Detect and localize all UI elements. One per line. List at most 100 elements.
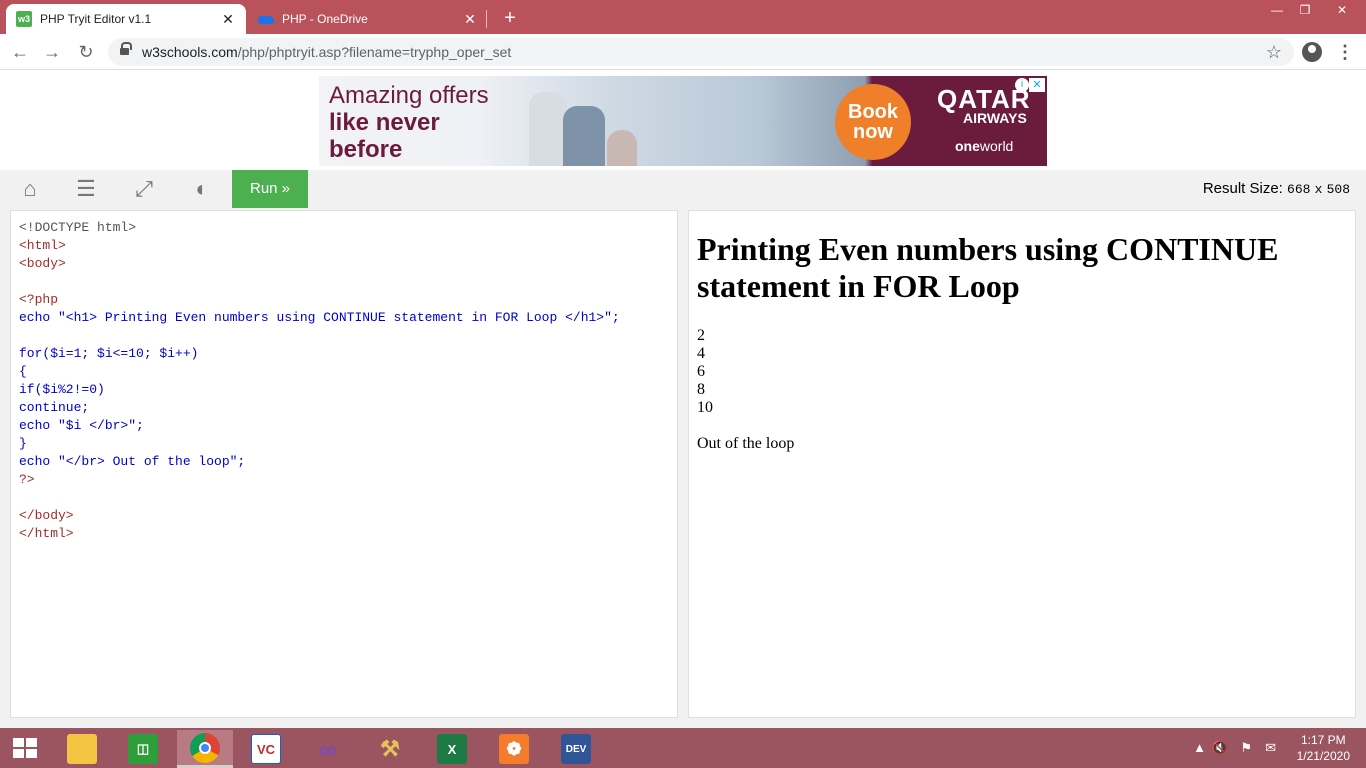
menu-icon[interactable]: ☰ bbox=[58, 170, 114, 208]
code-line: </body> bbox=[19, 508, 74, 523]
microsoft-store-taskbar-icon[interactable]: ◫ bbox=[115, 730, 171, 768]
result-height: 508 bbox=[1326, 182, 1350, 197]
result-size-label: Result Size: bbox=[1202, 180, 1283, 197]
chrome-taskbar-icon[interactable] bbox=[177, 730, 233, 768]
book-now-line-1: Book bbox=[848, 101, 898, 123]
ad-line-1: Amazing offers bbox=[329, 82, 489, 109]
notification-icon[interactable]: ✉ bbox=[1265, 740, 1276, 756]
bookmark-star-icon[interactable]: ☆ bbox=[1266, 42, 1282, 62]
url-text: w3schools.com/php/phptryit.asp?filename=… bbox=[142, 44, 511, 60]
code-line: { bbox=[19, 364, 27, 379]
onedrive-icon bbox=[258, 11, 274, 27]
restore-button[interactable]: ❐ bbox=[1290, 0, 1320, 22]
close-tab-icon[interactable]: ✕ bbox=[220, 11, 236, 27]
ad-close-icon[interactable]: ✕ bbox=[1029, 78, 1045, 92]
visual-studio-icon: ∞ bbox=[318, 733, 338, 764]
oneworld-bold: one bbox=[955, 138, 980, 154]
editor-panes: <!DOCTYPE html> <html> <body> <?php echo… bbox=[0, 208, 1366, 728]
run-button[interactable]: Run » bbox=[232, 170, 308, 208]
result-heading: Printing Even numbers using CONTINUE sta… bbox=[697, 231, 1279, 304]
home-icon[interactable]: ⌂ bbox=[2, 170, 58, 208]
start-button[interactable] bbox=[0, 728, 50, 768]
code-line: echo "<h1> Printing Even numbers using C… bbox=[19, 310, 620, 325]
close-window-button[interactable]: ✕ bbox=[1322, 0, 1362, 22]
tab-title: PHP - OneDrive bbox=[282, 12, 368, 26]
code-text[interactable]: <!DOCTYPE html> <html> <body> <?php echo… bbox=[19, 219, 669, 543]
network-icon[interactable]: ⚑ bbox=[1240, 740, 1252, 756]
url-host: w3schools.com bbox=[142, 44, 238, 60]
lock-icon bbox=[120, 42, 132, 57]
excel-taskbar-icon[interactable]: X bbox=[424, 730, 480, 768]
tab-php-tryit-editor[interactable]: w3 PHP Tryit Editor v1.1 ✕ bbox=[6, 4, 246, 34]
code-line: for($i=1; $i<=10; $i++) bbox=[19, 346, 199, 361]
back-arrow-icon[interactable]: ← bbox=[8, 40, 32, 64]
theme-contrast-icon[interactable]: ◐ bbox=[174, 170, 230, 208]
rotate-layout-icon[interactable]: ⤢ bbox=[116, 170, 172, 208]
windows-logo-icon bbox=[13, 738, 37, 758]
result-number: 2 bbox=[697, 327, 705, 344]
result-size-indicator: Result Size: 668 x 508 bbox=[1203, 180, 1350, 197]
dev-cpp-taskbar-icon[interactable]: DEV bbox=[548, 730, 604, 768]
code-line: </html> bbox=[19, 526, 74, 541]
forward-arrow-icon[interactable]: → bbox=[40, 40, 64, 64]
visual-studio-taskbar-icon[interactable]: ∞ bbox=[300, 730, 356, 768]
result-width: 668 bbox=[1287, 182, 1311, 197]
oneworld-logo: oneworld bbox=[955, 138, 1013, 154]
qatar-airways-ad[interactable]: Amazing offers like never before Book no… bbox=[319, 76, 1047, 166]
clock-date: 1/21/2020 bbox=[1296, 749, 1350, 763]
xampp-taskbar-icon[interactable]: ❁ bbox=[486, 730, 542, 768]
file-explorer-taskbar-icon[interactable] bbox=[54, 730, 110, 768]
code-line: } bbox=[19, 436, 27, 451]
store-bag-icon: ◫ bbox=[128, 734, 158, 764]
menu-kebab-icon[interactable]: ⋮ bbox=[1336, 40, 1354, 64]
result-size-separator: x bbox=[1314, 182, 1323, 197]
code-line: echo "$i </br>"; bbox=[19, 418, 144, 433]
oneworld-rest: world bbox=[979, 138, 1014, 154]
ad-line-3: before bbox=[329, 136, 403, 163]
reload-icon[interactable]: ↻ bbox=[74, 40, 98, 64]
new-tab-button[interactable]: + bbox=[498, 6, 522, 30]
book-now-button[interactable]: Book now bbox=[835, 84, 911, 160]
windows-taskbar: ◫ VC ∞ ⚒ X ❁ DEV ▲ 🔇 ⚑ ✉ 1:17 PM 1/21/20… bbox=[0, 728, 1366, 768]
result-number: 6 bbox=[697, 363, 705, 380]
code-line: <body> bbox=[19, 256, 66, 271]
code-line: <?php bbox=[19, 292, 59, 307]
close-tab-icon[interactable]: ✕ bbox=[462, 11, 478, 27]
result-number: 4 bbox=[697, 345, 705, 362]
url-path: /php/phptryit.asp?filename=tryphp_oper_s… bbox=[237, 44, 512, 60]
code-editor[interactable]: <!DOCTYPE html> <html> <body> <?php echo… bbox=[10, 210, 678, 718]
code-line: <html> bbox=[19, 238, 66, 253]
browser-tabstrip: w3 PHP Tryit Editor v1.1 ✕ PHP - OneDriv… bbox=[0, 0, 1366, 34]
ad-people-illustration bbox=[519, 88, 649, 166]
excel-icon: X bbox=[437, 734, 467, 764]
tryit-toolbar: ⌂ ☰ ⤢ ◐ Run » Result Size: 668 x 508 bbox=[0, 170, 1366, 208]
folder-icon bbox=[67, 734, 97, 764]
address-bar[interactable]: w3schools.com/php/phptryit.asp?filename=… bbox=[108, 38, 1294, 66]
chrome-icon bbox=[190, 732, 220, 763]
code-line: continue; bbox=[19, 400, 90, 415]
vc-icon: VC bbox=[251, 734, 281, 764]
code-line: ?> bbox=[19, 472, 35, 487]
minimize-button[interactable]: — bbox=[1262, 0, 1292, 22]
ad-info-icon[interactable]: i bbox=[1015, 78, 1029, 92]
ad-headline: Amazing offers like never before bbox=[329, 82, 489, 163]
vc-taskbar-icon[interactable]: VC bbox=[238, 730, 294, 768]
tab-title: PHP Tryit Editor v1.1 bbox=[40, 12, 152, 26]
volume-muted-icon[interactable]: 🔇 bbox=[1212, 740, 1228, 756]
ad-area: Amazing offers like never before Book no… bbox=[0, 70, 1366, 170]
show-hidden-icons-icon[interactable]: ▲ bbox=[1193, 740, 1206, 755]
tab-php-onedrive[interactable]: PHP - OneDrive ✕ bbox=[248, 4, 488, 34]
result-footer-text: Out of the loop bbox=[697, 435, 795, 452]
xampp-icon: ❁ bbox=[499, 734, 529, 764]
clock-time: 1:17 PM bbox=[1300, 733, 1346, 747]
w3schools-favicon-icon: w3 bbox=[16, 11, 32, 27]
tools-taskbar-icon[interactable]: ⚒ bbox=[362, 730, 418, 768]
profile-avatar-icon[interactable] bbox=[1302, 42, 1322, 62]
book-now-line-2: now bbox=[853, 121, 893, 143]
code-line: <!DOCTYPE html> bbox=[19, 220, 137, 235]
taskbar-clock[interactable]: 1:17 PM 1/21/2020 bbox=[1297, 732, 1350, 764]
result-number: 10 bbox=[697, 399, 713, 416]
ad-line-2: like never bbox=[329, 109, 440, 136]
airways-text: AIRWAYS bbox=[963, 110, 1027, 126]
browser-toolbar: ← → ↻ w3schools.com/php/phptryit.asp?fil… bbox=[0, 34, 1366, 70]
